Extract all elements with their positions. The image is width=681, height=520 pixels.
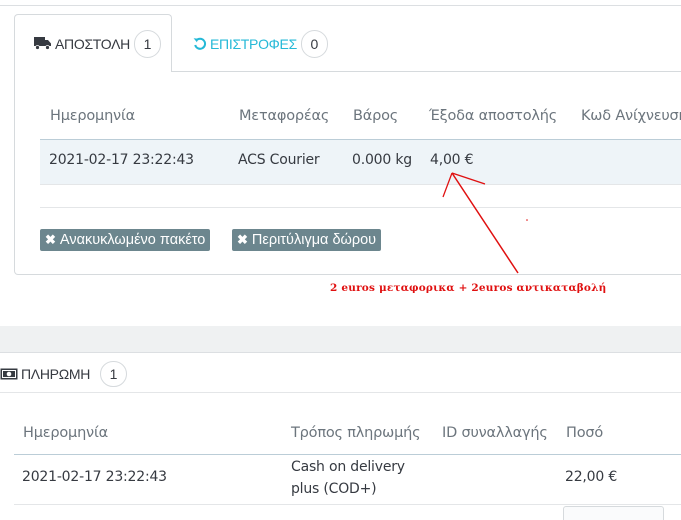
divider bbox=[14, 454, 681, 455]
tab-returns-count-badge: 0 bbox=[300, 30, 328, 58]
payment-column-header-date: Ημερομηνία bbox=[23, 425, 109, 441]
payment-count-badge: 1 bbox=[100, 361, 128, 387]
column-header-carrier: Μεταφορέας bbox=[239, 108, 330, 124]
payment-header: ΠΛΗΡΩΜΗ 1 bbox=[0, 361, 128, 387]
gift-wrapping-tag: ✖ Περιτύλιγμα δώρου bbox=[232, 229, 382, 251]
payment-column-header-method: Τρόπος πληρωμής bbox=[291, 425, 421, 441]
refresh-icon bbox=[193, 37, 207, 51]
payment-method-cell-line2: plus (COD+) bbox=[291, 481, 377, 497]
tab-shipping-count-badge: 1 bbox=[134, 29, 161, 58]
payment-column-header-amount: Ποσό bbox=[566, 425, 604, 441]
tab-returns[interactable]: ΕΠΙΣΤΡΟΦΕΣ 0 bbox=[193, 28, 328, 60]
shipping-weight-cell: 0.000 kg bbox=[352, 152, 412, 168]
recycled-package-label: Ανακυκλωμένο πακέτο bbox=[59, 232, 206, 248]
divider bbox=[0, 392, 681, 393]
payment-title: ΠΛΗΡΩΜΗ bbox=[21, 366, 91, 382]
divider bbox=[0, 5, 681, 6]
column-header-tracking-number: Κωδ Ανίχνευσης bbox=[581, 108, 681, 124]
payment-date-cell: 2021-02-17 23:22:43 bbox=[22, 469, 167, 485]
shipping-carrier-cell: ACS Courier bbox=[238, 152, 320, 168]
payment-column-header-transaction-id: ID συναλλαγής bbox=[442, 425, 548, 441]
annotation-text: 2 euros μεταφορικα + 2euros αντικαταβολή bbox=[330, 282, 607, 294]
payment-method-cell-line1: Cash on delivery bbox=[291, 459, 405, 475]
close-icon: ✖ bbox=[237, 232, 248, 247]
shipping-date-cell: 2021-02-17 23:22:43 bbox=[49, 152, 194, 168]
tab-returns-label: ΕΠΙΣΤΡΟΦΕΣ bbox=[210, 36, 297, 52]
divider bbox=[14, 504, 681, 505]
order-page: ΑΠΟΣΤΟΛΗ 1 ΕΠΙΣΤΡΟΦΕΣ 0 Ημερομηνία Μεταφ… bbox=[0, 0, 681, 520]
divider bbox=[40, 207, 681, 208]
column-header-shipping-cost: Έξοδα αποστολής bbox=[429, 108, 558, 124]
payment-action-button[interactable] bbox=[563, 506, 664, 520]
truck-icon bbox=[34, 37, 51, 50]
gift-wrapping-label: Περιτύλιγμα δώρου bbox=[251, 232, 377, 248]
tab-shipping-label: ΑΠΟΣΤΟΛΗ bbox=[55, 35, 130, 52]
money-icon bbox=[0, 368, 18, 380]
column-header-date: Ημερομηνία bbox=[50, 108, 136, 124]
column-header-weight: Βάρος bbox=[353, 108, 399, 124]
divider bbox=[40, 184, 681, 185]
close-icon: ✖ bbox=[45, 232, 56, 247]
tab-shipping[interactable]: ΑΠΟΣΤΟΛΗ 1 bbox=[14, 14, 172, 72]
recycled-package-tag: ✖ Ανακυκλωμένο πακέτο bbox=[40, 229, 211, 251]
payment-amount-cell: 22,00 € bbox=[565, 469, 618, 485]
shipping-cost-cell: 4,00 € bbox=[430, 152, 474, 168]
